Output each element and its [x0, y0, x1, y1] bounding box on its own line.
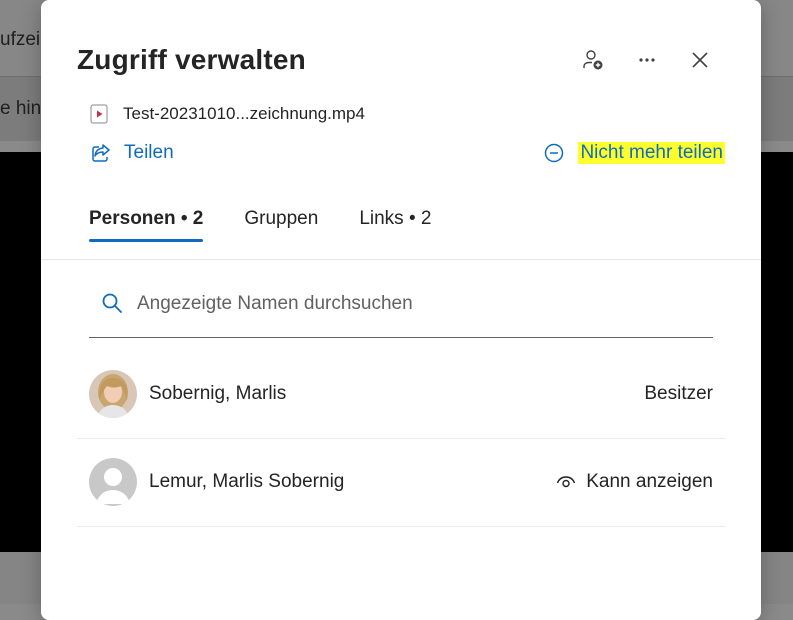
- more-options-icon[interactable]: [633, 46, 661, 74]
- tab-personen[interactable]: Personen • 2: [89, 200, 204, 248]
- role-label: Besitzer: [644, 383, 713, 404]
- close-icon[interactable]: [686, 46, 714, 74]
- person-role[interactable]: Besitzer: [644, 383, 713, 405]
- share-button[interactable]: Teilen: [90, 142, 174, 164]
- file-row: Test-20231010...zeichnung.mp4: [89, 104, 365, 124]
- permission-dropdown[interactable]: Kann anzeigen: [556, 471, 713, 493]
- person-row[interactable]: Lemur, Marlis Sobernig Kann anzeigen: [77, 438, 725, 527]
- avatar-placeholder-icon: [89, 458, 137, 506]
- eye-icon: [557, 476, 576, 488]
- person-name: Lemur, Marlis Sobernig: [149, 471, 345, 492]
- person-row[interactable]: Sobernig, Marlis Besitzer: [77, 350, 725, 439]
- avatar-photo: [89, 370, 137, 418]
- video-file-icon: [90, 104, 108, 124]
- background-text-mid: e hin: [0, 98, 42, 119]
- stop-sharing-button[interactable]: Nicht mehr teilen: [544, 142, 725, 164]
- tab-gruppen[interactable]: Gruppen: [244, 200, 318, 248]
- search-box: [89, 285, 713, 338]
- search-icon: [102, 293, 122, 313]
- search-input[interactable]: [137, 285, 697, 315]
- stop-sharing-label: Nicht mehr teilen: [578, 142, 725, 164]
- share-label: Teilen: [124, 142, 174, 163]
- tabs-divider: [41, 259, 761, 260]
- add-person-icon[interactable]: [579, 46, 607, 74]
- role-label: Kann anzeigen: [586, 471, 713, 492]
- background-text-top: ufzei: [0, 29, 41, 50]
- tab-bar: Personen • 2 Gruppen Links • 2: [89, 200, 472, 248]
- minus-circle-icon: [545, 143, 564, 163]
- manage-access-dialog: Zugriff verwalten Test-20231010...zeichn…: [41, 0, 761, 620]
- dialog-title: Zugriff verwalten: [77, 44, 306, 75]
- file-name: Test-20231010...zeichnung.mp4: [123, 104, 365, 123]
- share-icon: [92, 144, 110, 162]
- person-name: Sobernig, Marlis: [149, 383, 287, 404]
- tab-links[interactable]: Links • 2: [359, 200, 431, 248]
